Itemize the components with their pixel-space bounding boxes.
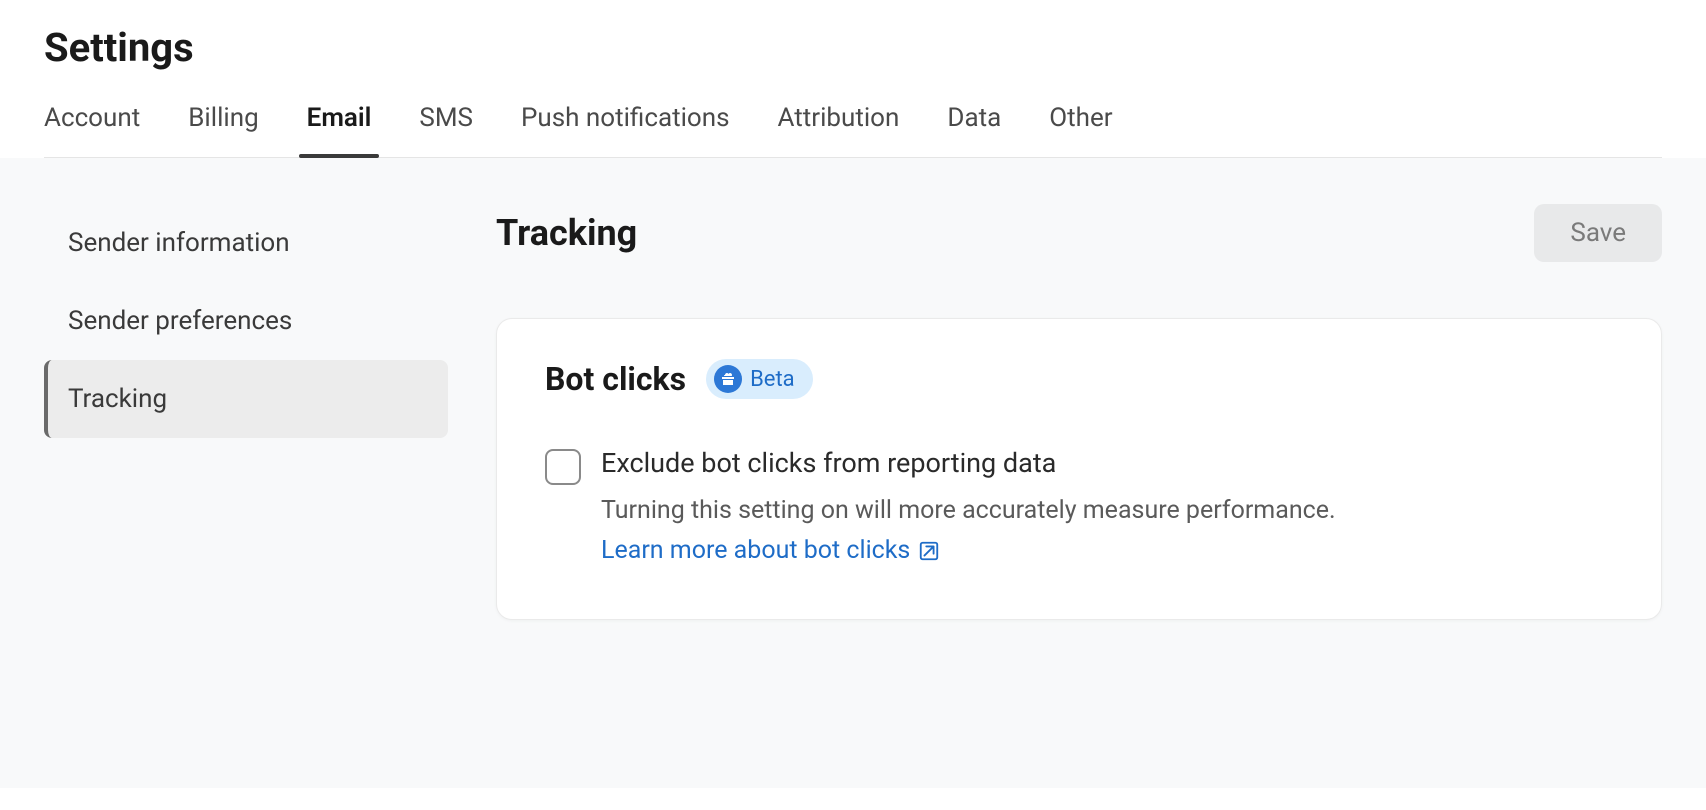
- tab-account[interactable]: Account: [44, 103, 140, 157]
- tracking-card: Bot clicks Beta Exclude bot clicks from …: [496, 318, 1662, 620]
- sidebar: Sender information Sender preferences Tr…: [0, 204, 448, 788]
- main-header: Tracking Save: [496, 204, 1662, 262]
- beta-badge-label: Beta: [750, 367, 795, 392]
- tab-email[interactable]: Email: [307, 103, 372, 157]
- tab-billing[interactable]: Billing: [188, 103, 258, 157]
- section-title: Tracking: [496, 212, 637, 254]
- card-header: Bot clicks Beta: [545, 359, 1613, 399]
- tab-push-notifications[interactable]: Push notifications: [521, 103, 730, 157]
- tab-other[interactable]: Other: [1049, 103, 1112, 157]
- content-area: Sender information Sender preferences Tr…: [0, 158, 1706, 788]
- setting-text: Exclude bot clicks from reporting data T…: [601, 447, 1613, 571]
- main: Tracking Save Bot clicks Beta Exclude bo…: [448, 204, 1706, 788]
- beta-badge: Beta: [706, 359, 813, 399]
- tab-sms[interactable]: SMS: [419, 103, 473, 157]
- external-link-icon: [918, 540, 940, 562]
- tabs: Account Billing Email SMS Push notificat…: [44, 103, 1662, 158]
- sidebar-item-sender-preferences[interactable]: Sender preferences: [44, 282, 448, 360]
- sidebar-item-tracking[interactable]: Tracking: [44, 360, 448, 438]
- gift-icon: [714, 365, 742, 393]
- tab-attribution[interactable]: Attribution: [778, 103, 900, 157]
- setting-row: Exclude bot clicks from reporting data T…: [545, 447, 1613, 571]
- learn-more-link[interactable]: Learn more about bot clicks: [601, 531, 940, 571]
- setting-description: Turning this setting on will more accura…: [601, 491, 1613, 571]
- save-button[interactable]: Save: [1534, 204, 1662, 262]
- tab-data[interactable]: Data: [947, 103, 1001, 157]
- sidebar-item-sender-information[interactable]: Sender information: [44, 204, 448, 282]
- page-title: Settings: [44, 24, 1662, 71]
- checkbox-label: Exclude bot clicks from reporting data: [601, 447, 1613, 479]
- card-title: Bot clicks: [545, 360, 686, 398]
- header: Settings Account Billing Email SMS Push …: [0, 0, 1706, 158]
- exclude-bot-clicks-checkbox[interactable]: [545, 449, 581, 485]
